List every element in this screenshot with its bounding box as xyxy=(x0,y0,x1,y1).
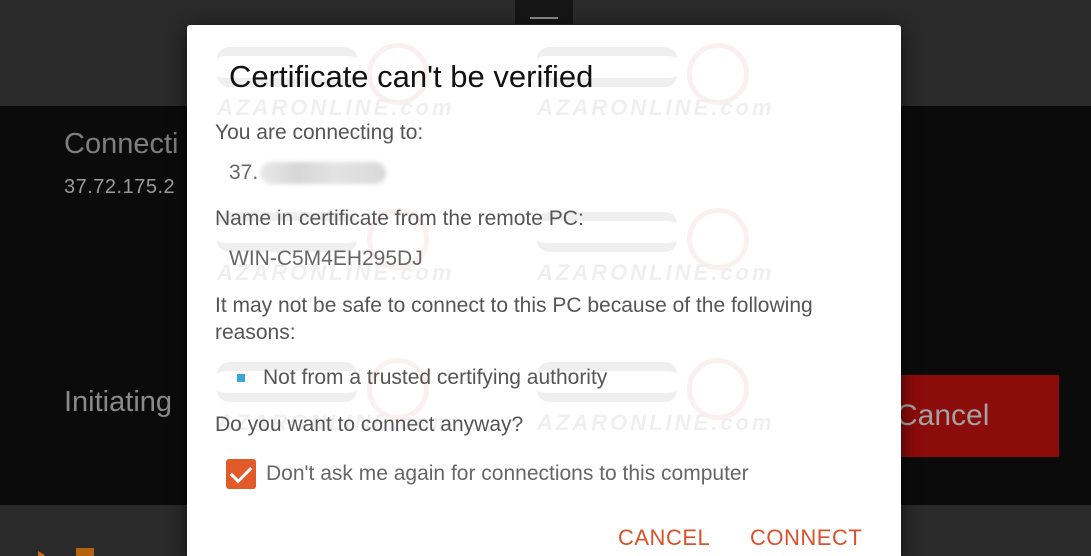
app-logo-icon xyxy=(38,548,108,556)
connecting-label: You are connecting to: xyxy=(215,121,424,144)
background-status: Initiating xyxy=(64,386,173,418)
reason-text: Not from a trusted certifying authority xyxy=(263,366,608,389)
connect-button[interactable]: CONNECT xyxy=(750,525,862,551)
cancel-button[interactable]: CANCEL xyxy=(618,525,710,551)
warning-text: It may not be safe to connect to this PC… xyxy=(215,294,813,344)
pc-name: WIN-C5M4EH295DJ xyxy=(229,247,423,270)
certificate-name-label: Name in certificate from the remote PC: xyxy=(215,207,584,230)
redacted-ip xyxy=(260,162,387,185)
background-title: Connecti xyxy=(64,128,179,160)
dont-ask-again-row[interactable]: Don't ask me again for connections to th… xyxy=(226,459,749,489)
dont-ask-again-checkbox[interactable] xyxy=(226,459,256,489)
ip-address: 37. xyxy=(229,161,387,185)
watermark-tile: AZARONLINE.com xyxy=(517,350,797,440)
question-text: Do you want to connect anyway? xyxy=(215,413,524,436)
drag-handle[interactable] xyxy=(515,0,573,24)
background-host: 37.72.175.2 xyxy=(64,176,176,198)
reason-item: Not from a trusted certifying authority xyxy=(237,366,607,390)
ip-prefix: 37. xyxy=(229,161,259,184)
dont-ask-again-label[interactable]: Don't ask me again for connections to th… xyxy=(266,462,749,485)
certificate-dialog: AZARONLINE.com AZARONLINE.com AZARONLINE… xyxy=(187,25,901,556)
dialog-title: Certificate can't be verified xyxy=(229,59,594,94)
background-cancel-button: Cancel xyxy=(880,375,1059,457)
bullet-icon xyxy=(237,373,245,382)
